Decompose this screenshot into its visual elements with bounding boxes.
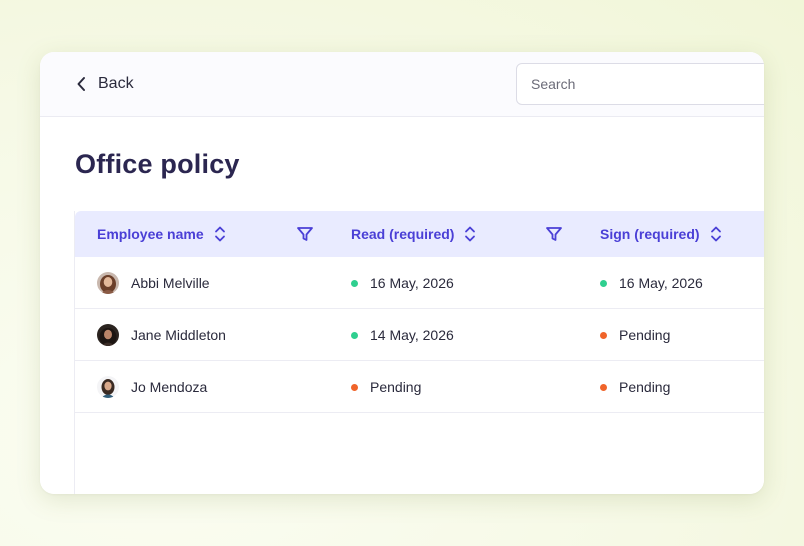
sign-status-cell: Pending	[600, 309, 670, 361]
read-status-cell: 16 May, 2026	[351, 257, 454, 309]
filter-icon[interactable]	[545, 225, 563, 243]
page-title: Office policy	[75, 149, 240, 179]
search-input[interactable]	[516, 63, 764, 105]
sign-status-cell: 16 May, 2026	[600, 257, 703, 309]
sign-status-text: Pending	[619, 327, 671, 343]
status-dot-pending	[351, 383, 358, 391]
sign-status-cell: Pending	[600, 361, 670, 413]
status-dot-done	[351, 279, 358, 287]
table-row[interactable]: Abbi Melville 16 May, 2026 16 May, 2026	[75, 257, 764, 309]
status-dot-done	[351, 331, 358, 339]
main-content: Office policy Employee name Read (requir…	[40, 117, 764, 494]
table-header: Employee name Read (required) Sign (requ…	[75, 211, 764, 257]
sort-icon[interactable]	[710, 225, 722, 243]
column-label: Sign (required)	[600, 226, 700, 242]
employee-name: Jane Middleton	[131, 327, 226, 343]
table-row[interactable]: Jo Mendoza Pending Pending	[75, 361, 764, 413]
back-button[interactable]: Back	[76, 72, 134, 96]
sort-icon[interactable]	[214, 225, 226, 243]
policy-card: Back Office policy Employee name Read (r…	[40, 52, 764, 494]
status-dot-pending	[600, 331, 607, 339]
column-header-sign[interactable]: Sign (required)	[600, 211, 722, 257]
status-dot-pending	[600, 383, 607, 391]
sort-icon[interactable]	[464, 225, 476, 243]
column-header-read[interactable]: Read (required)	[351, 211, 476, 257]
sign-status-text: Pending	[619, 379, 671, 395]
column-label: Employee name	[97, 226, 204, 242]
avatar	[97, 376, 119, 398]
filter-icon[interactable]	[296, 225, 314, 243]
employee-table: Employee name Read (required) Sign (requ…	[74, 211, 764, 494]
employee-cell: Jo Mendoza	[97, 361, 207, 413]
read-status-cell: 14 May, 2026	[351, 309, 454, 361]
chevron-left-icon	[76, 76, 86, 92]
employee-cell: Abbi Melville	[97, 257, 210, 309]
read-status-text: 14 May, 2026	[370, 327, 454, 343]
column-label: Read (required)	[351, 226, 455, 242]
avatar	[97, 272, 119, 294]
back-label: Back	[98, 75, 134, 92]
employee-name: Jo Mendoza	[131, 379, 208, 395]
column-header-employee-name[interactable]: Employee name	[97, 211, 226, 257]
employee-name: Abbi Melville	[131, 275, 210, 291]
avatar	[97, 324, 119, 346]
read-status-text: Pending	[370, 379, 422, 395]
read-status-cell: Pending	[351, 361, 421, 413]
top-bar: Back	[40, 52, 764, 117]
status-dot-done	[600, 279, 607, 287]
sign-status-text: 16 May, 2026	[619, 275, 703, 291]
table-row[interactable]: Jane Middleton 14 May, 2026 Pending	[75, 309, 764, 361]
employee-cell: Jane Middleton	[97, 309, 226, 361]
read-status-text: 16 May, 2026	[370, 275, 454, 291]
